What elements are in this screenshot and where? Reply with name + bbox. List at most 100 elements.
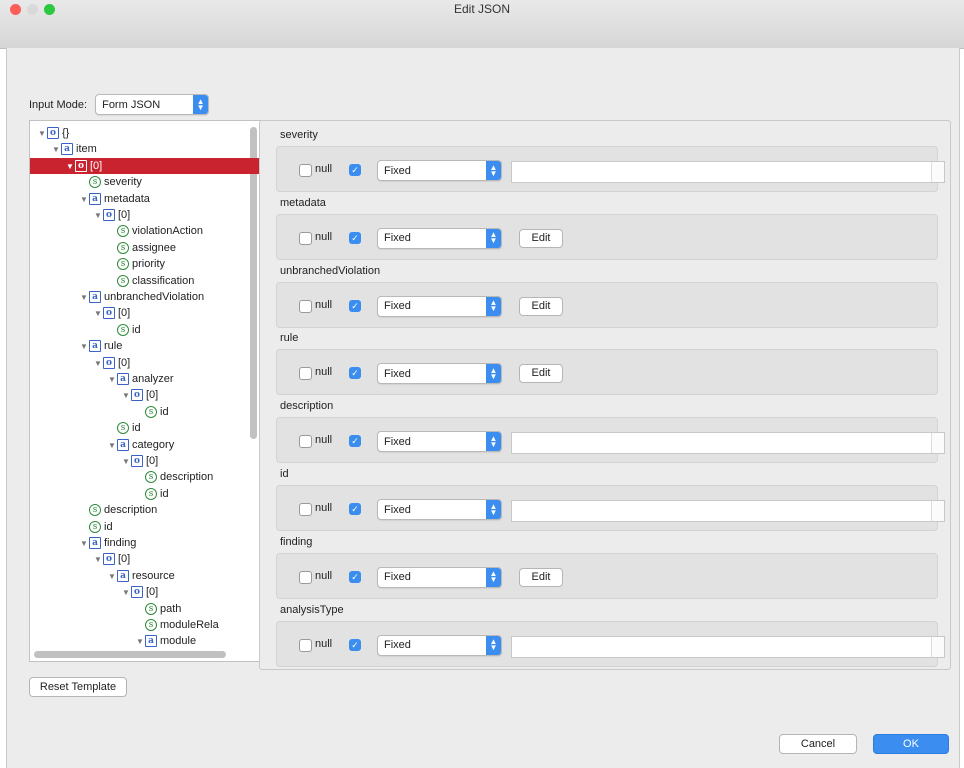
field-input-stepper[interactable] [931,162,944,182]
field-input-stepper[interactable] [931,636,944,657]
tree-node[interactable]: s id [30,420,141,436]
disclosure-triangle-icon[interactable]: ▼ [94,208,103,224]
tree-vertical-scrollbar[interactable] [250,127,257,439]
edit-button[interactable]: Edit [519,567,563,587]
enabled-checkbox[interactable]: ✓ [349,299,361,312]
disclosure-triangle-icon[interactable]: ▼ [38,126,47,142]
enabled-checkbox[interactable]: ✓ [349,435,361,448]
tree-node[interactable]: ▼ a finding [30,535,136,551]
edit-button[interactable]: Edit [519,228,563,248]
ok-button[interactable]: OK [873,734,949,754]
tree-node[interactable]: ▼ o [0] [30,584,158,600]
disclosure-triangle-icon[interactable]: ▼ [94,552,103,568]
disclosure-triangle-icon[interactable]: ▼ [52,142,61,158]
tree-node[interactable]: s assignee [30,240,176,256]
disclosure-triangle-icon[interactable]: ▼ [80,290,89,306]
tree-node[interactable]: ▼ o [0] [30,551,130,567]
tree-node[interactable]: s id [30,486,169,502]
enabled-checkbox[interactable]: ✓ [349,570,361,583]
tree-horizontal-scrollbar[interactable] [34,651,226,658]
disclosure-triangle-icon[interactable]: ▼ [80,339,89,355]
tree-node[interactable]: s path [30,601,181,617]
object-type-icon: o [75,159,87,172]
enabled-checkbox[interactable]: ✓ [349,164,361,176]
field-value-input[interactable] [511,500,945,522]
tree-node[interactable]: s classification [30,273,194,289]
disclosure-triangle-icon[interactable]: ▼ [108,372,117,388]
tree-node[interactable]: s violationAction [30,223,203,239]
field-input-stepper[interactable] [931,433,944,454]
tree-node[interactable]: s id [30,404,169,420]
tree-node[interactable]: ▼ o [0] [30,157,260,175]
tree-node[interactable]: ▼ a unbranchedViolation [30,289,204,305]
cancel-button[interactable]: Cancel [779,734,857,754]
tree-node[interactable]: s id [30,322,141,338]
disclosure-triangle-icon[interactable]: ▼ [122,585,131,601]
tree-node[interactable]: ▼ o{} [30,125,69,141]
tree-node[interactable]: ▼ o [0] [30,387,158,403]
null-checkbox[interactable] [299,231,312,245]
object-type-icon: o [47,127,59,140]
null-checkbox[interactable] [299,570,312,584]
reset-template-button[interactable]: Reset Template [29,677,127,697]
tree-node-label: {} [62,127,70,139]
field-mode-select[interactable]: Fixed ▲ ▼ [377,431,502,453]
tree-node[interactable]: ▼ a resource [30,568,175,584]
field-mode-select[interactable]: Fixed ▲ ▼ [377,160,502,181]
null-checkbox[interactable] [299,164,312,177]
field-mode-select[interactable]: Fixed ▲ ▼ [377,363,502,385]
edit-button[interactable]: Edit [519,364,563,384]
field-input-stepper[interactable] [931,501,944,521]
edit-button[interactable]: Edit [519,296,563,316]
tree-node[interactable]: ▼ a category [30,437,174,453]
tree-node[interactable]: ▼ o [0] [30,305,130,321]
tree-node[interactable]: ▼ o [0] [30,453,158,469]
tree-node[interactable]: ▼ a metadata [30,191,150,207]
disclosure-triangle-icon[interactable]: ▼ [94,356,103,372]
enabled-checkbox[interactable]: ✓ [349,503,361,515]
disclosure-triangle-icon[interactable]: ▼ [94,306,103,322]
null-checkbox[interactable] [299,435,312,449]
tree-node[interactable]: ▼ a item [30,141,97,157]
field-value-input[interactable] [511,161,945,183]
null-checkbox[interactable] [299,503,312,516]
field-mode-select[interactable]: Fixed ▲ ▼ [377,295,502,317]
field-mode-select[interactable]: Fixed ▲ ▼ [377,566,502,588]
tree-node[interactable]: s moduleRela [30,617,219,633]
checkmark-icon: ✓ [351,300,359,311]
field-value-input[interactable] [511,432,945,455]
null-checkbox[interactable] [299,367,312,381]
enabled-checkbox[interactable]: ✓ [349,231,361,244]
disclosure-triangle-icon[interactable]: ▼ [122,454,131,470]
null-checkbox[interactable] [299,299,312,313]
checkmark-icon: ✓ [351,165,359,175]
object-type-icon: o [103,209,115,222]
tree-node[interactable]: ▼ a module [30,633,196,649]
field-value-input[interactable] [511,635,945,658]
tree-node[interactable]: s severity [30,174,142,190]
disclosure-triangle-icon[interactable]: ▼ [80,536,89,552]
tree-node[interactable]: s priority [30,256,165,272]
tree-node[interactable]: s description [30,469,213,485]
tree-node[interactable]: s description [30,502,157,518]
dialog-body: Input Mode: Form JSON ▲ ▼ ▼ o{} ▼ a item ▼ o [0]… [6,48,960,768]
field-mode-select[interactable]: Fixed ▲ ▼ [377,634,502,656]
disclosure-triangle-icon[interactable]: ▼ [80,192,89,208]
tree-node[interactable]: ▼ a rule [30,338,122,354]
tree-node[interactable]: ▼ a analyzer [30,371,174,387]
enabled-checkbox[interactable]: ✓ [349,638,361,651]
tree-node[interactable]: s id [30,519,113,535]
disclosure-triangle-icon[interactable]: ▼ [108,438,117,454]
disclosure-triangle-icon[interactable]: ▼ [136,634,145,650]
field-mode-select[interactable]: Fixed ▲ ▼ [377,499,502,520]
tree-node[interactable]: ▼ o [0] [30,207,130,223]
tree-node[interactable]: ▼ o [0] [30,355,130,371]
null-checkbox[interactable] [299,638,312,652]
json-tree[interactable]: ▼ o{} ▼ a item ▼ o [0] s severity ▼ a metadata ▼ o [0] s… [29,120,261,662]
disclosure-triangle-icon[interactable]: ▼ [108,569,117,585]
enabled-checkbox[interactable]: ✓ [349,367,361,380]
input-mode-select[interactable]: Form JSON ▲ ▼ [95,94,210,115]
disclosure-triangle-icon[interactable]: ▼ [66,159,75,175]
field-mode-select[interactable]: Fixed ▲ ▼ [377,227,502,249]
disclosure-triangle-icon[interactable]: ▼ [122,388,131,404]
